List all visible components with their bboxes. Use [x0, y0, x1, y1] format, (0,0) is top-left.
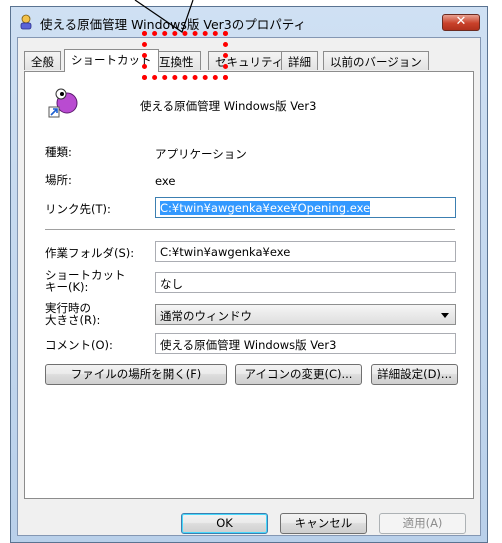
comment-input[interactable]: 使える原価管理 Windows版 Ver3 [155, 333, 456, 354]
location-value: exe [155, 174, 176, 188]
callout-pointer [134, 0, 194, 33]
run-size-value: 通常のウィンドウ [160, 309, 252, 323]
change-icon-button[interactable]: アイコンの変更(C)... [235, 364, 362, 385]
run-label-line2: 大きさ(R): [45, 313, 101, 327]
shortcut-key-input[interactable]: なし [155, 272, 456, 293]
comment-label: コメント(O): [45, 338, 113, 352]
target-value: C:¥twin¥awgenka¥exe¥Opening.exe [160, 201, 371, 215]
apply-button[interactable]: 適用(A) [379, 513, 466, 534]
shortcut-panel: 使える原価管理 Windows版 Ver3 種類: アプリケーション 場所: e… [24, 71, 474, 499]
dialog-body: 全般 ショートカット 互換性 セキュリティ 詳細 以前のバージョン 使える原価管… [17, 37, 481, 536]
start-in-input[interactable]: C:¥twin¥awgenka¥exe [155, 241, 456, 262]
open-file-location-button[interactable]: ファイルの場所を開く(F) [45, 364, 227, 385]
type-value: アプリケーション [155, 147, 247, 161]
run-size-select[interactable]: 通常のウィンドウ [155, 304, 456, 325]
target-input[interactable]: C:¥twin¥awgenka¥exe¥Opening.exe [155, 197, 456, 218]
target-label: リンク先(T): [45, 202, 111, 216]
shortcut-app-icon [48, 88, 78, 118]
type-label: 種類: [45, 145, 72, 159]
start-in-label: 作業フォルダ(S): [45, 246, 135, 260]
shortcut-key-label-line2: キー(K): [45, 280, 89, 294]
ok-button[interactable]: OK [181, 513, 268, 534]
app-name: 使える原価管理 Windows版 Ver3 [140, 99, 317, 113]
advanced-button[interactable]: 詳細設定(D)... [371, 364, 458, 385]
properties-window: 使える原価管理 Windows版 Ver3のプロパティ ✕ 全般 ショートカット… [10, 6, 488, 543]
chevron-down-icon [441, 313, 449, 318]
location-label: 場所: [45, 173, 72, 187]
cancel-button[interactable]: キャンセル [280, 513, 367, 534]
divider [45, 229, 455, 231]
